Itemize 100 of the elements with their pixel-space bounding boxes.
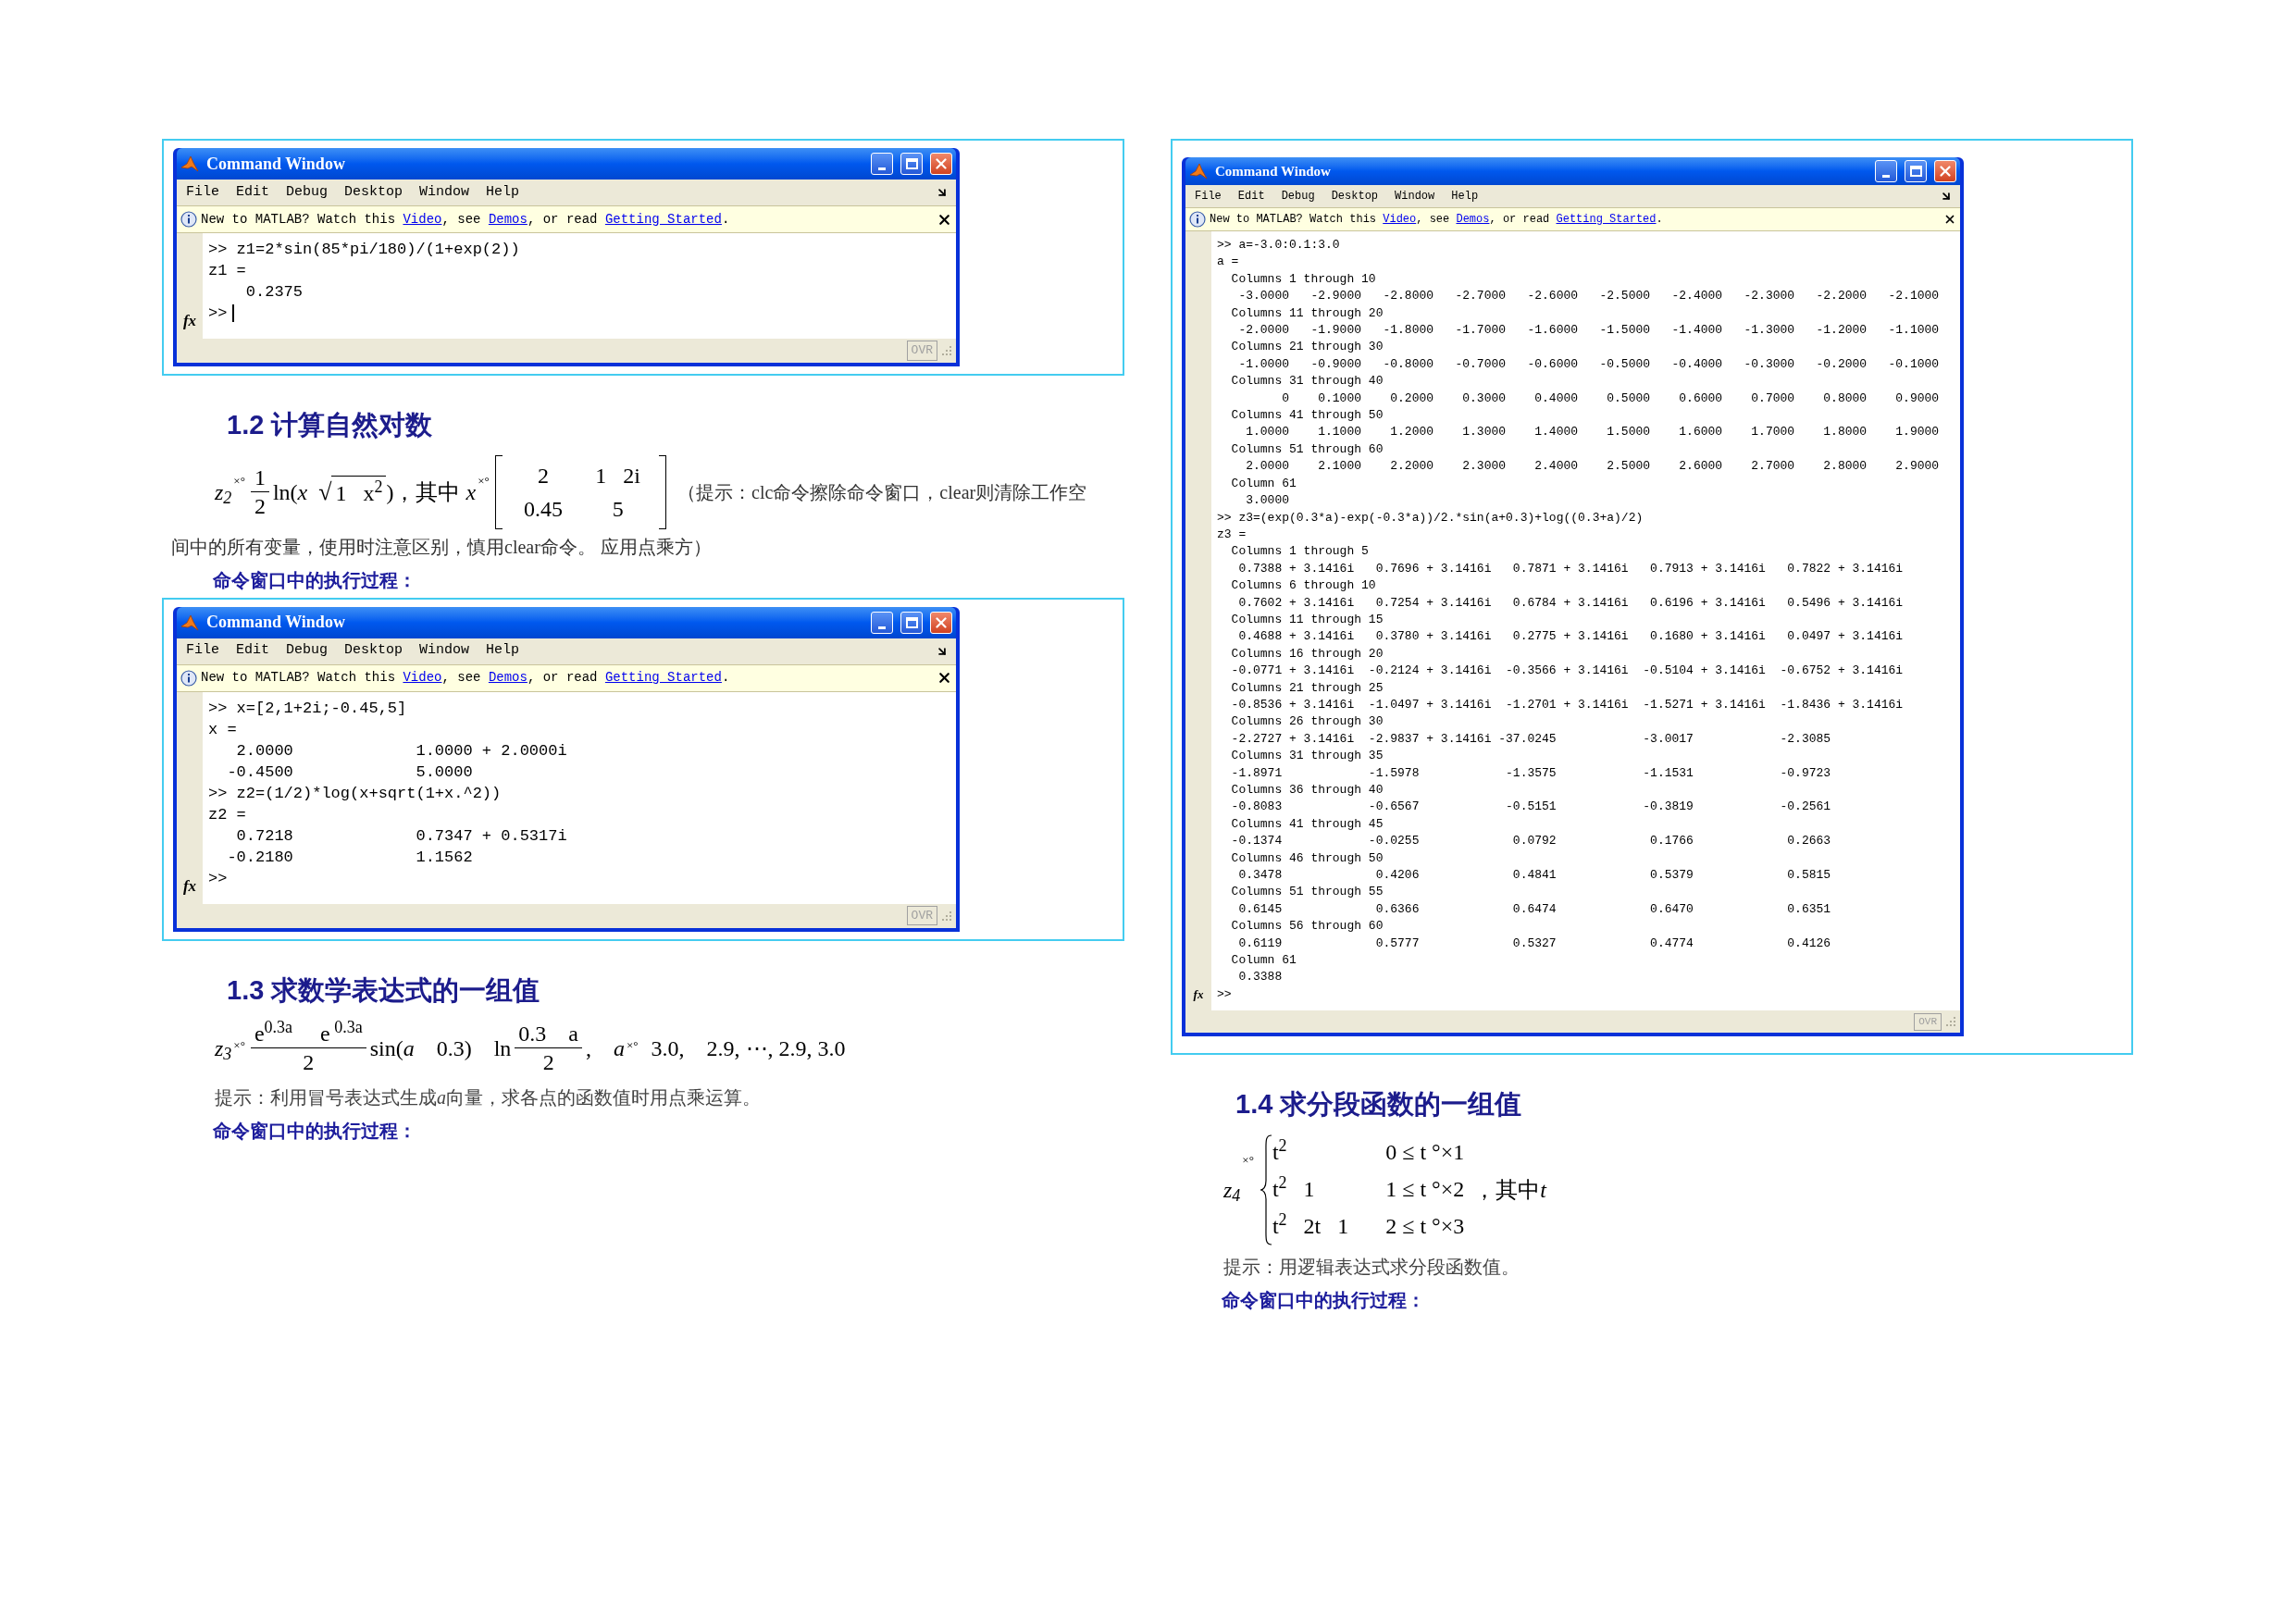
function-button[interactable]: fx bbox=[182, 310, 197, 331]
console-line: 0.3388 bbox=[1237, 969, 1283, 986]
menu-item[interactable]: Help bbox=[1449, 188, 1481, 204]
math-text: )，其中 bbox=[386, 478, 462, 506]
console-line: >> x=[2,1+2i;-0.45,5] bbox=[208, 698, 407, 719]
peak-icon bbox=[180, 613, 199, 632]
hint-text: a bbox=[437, 1087, 446, 1108]
menu-item[interactable]: File bbox=[1193, 188, 1223, 204]
grip-icon bbox=[941, 910, 952, 922]
menu-item[interactable]: Edit bbox=[1235, 188, 1267, 204]
console-line: -0.2180 1.1562 bbox=[226, 847, 473, 868]
menu-item[interactable]: Desktop bbox=[342, 640, 405, 662]
console-line: z3 = bbox=[1217, 526, 1247, 543]
info-message: New to MATLAB? Watch this Video, see Demos, or read Getting Started. bbox=[1210, 212, 1663, 228]
math-text: z$_{4}$ bbox=[1223, 1176, 1241, 1207]
peak-icon bbox=[1189, 162, 1208, 180]
section-heading: 1.2 计算自然对数 bbox=[227, 409, 433, 441]
math-text: t bbox=[1540, 1176, 1546, 1204]
menu-item[interactable]: Edit bbox=[234, 640, 272, 662]
console-line: -2.2727 + 3.1416i -2.9837 + 3.1416i -37.0245 -3.0017 -2.3085 bbox=[1230, 730, 1831, 748]
link[interactable]: Getting Started bbox=[604, 211, 722, 227]
link[interactable]: Video bbox=[403, 211, 442, 227]
matrix-entry: 2 bbox=[537, 462, 550, 489]
link[interactable]: Video bbox=[1383, 213, 1417, 226]
menu-item[interactable]: Window bbox=[417, 640, 472, 662]
console-line: Column 61 bbox=[1230, 952, 1297, 970]
math-text: , bbox=[586, 1035, 592, 1062]
link[interactable]: Video bbox=[403, 670, 442, 685]
console-line: Columns 31 through 35 bbox=[1230, 748, 1384, 765]
menu-item[interactable]: Debug bbox=[284, 640, 330, 662]
section-label: 命令窗口中的执行过程： bbox=[213, 1120, 416, 1143]
console-line: 0.2375 bbox=[244, 282, 304, 303]
case-condition: 2 ≤ t °×3 bbox=[1385, 1212, 1465, 1240]
menu-item[interactable]: File bbox=[184, 181, 221, 204]
close-icon[interactable] bbox=[1943, 213, 1956, 226]
menu-item[interactable]: Desktop bbox=[342, 181, 405, 204]
console-line: Columns 1 through 10 bbox=[1230, 270, 1376, 288]
link[interactable]: Getting Started bbox=[1556, 213, 1657, 226]
link[interactable]: Demos bbox=[1456, 213, 1490, 226]
section-label: 命令窗口中的执行过程： bbox=[1222, 1288, 1425, 1312]
console-line: >> z1=2*sin(85*pi/180)/(1+exp(2)) bbox=[208, 240, 520, 260]
maximize-button[interactable] bbox=[900, 153, 923, 175]
console-line: >> z2=(1/2)*log(x+sqrt(1+x.^2)) bbox=[208, 783, 502, 804]
grip-icon bbox=[941, 345, 952, 356]
menu-item[interactable]: Desktop bbox=[1329, 188, 1381, 204]
case-expression: t$^{2}$ 1 bbox=[1272, 1171, 1316, 1203]
case-expression: t$^{2}$ bbox=[1272, 1134, 1288, 1166]
function-button[interactable]: fx bbox=[1193, 985, 1204, 1004]
radical-sign: √ bbox=[318, 477, 332, 507]
brace-icon bbox=[1259, 1134, 1272, 1245]
minimize-button[interactable] bbox=[1875, 160, 1897, 182]
info-icon bbox=[180, 211, 197, 228]
menu-item[interactable]: Debug bbox=[1279, 188, 1317, 204]
arrow-icon[interactable] bbox=[936, 186, 949, 199]
math-text: a bbox=[403, 1035, 415, 1062]
close-button[interactable] bbox=[930, 611, 952, 634]
console-line: 0.6145 0.6366 0.6474 0.6470 0.6351 bbox=[1237, 900, 1831, 918]
minimize-button[interactable] bbox=[871, 611, 893, 634]
garbled-symbol: ×° bbox=[627, 1037, 639, 1054]
minimize-button[interactable] bbox=[871, 153, 893, 175]
console-line: -2.0000 -1.9000 -1.8000 -1.7000 -1.6000 -1.5000 -1.4000 -1.3000 -1.2000 -1.1000 bbox=[1237, 322, 1940, 340]
fraction-numerator: e$^{0.3a}$ e$^{0.3a}$ bbox=[250, 1020, 366, 1048]
console-line: 0 0.1000 0.2000 0.3000 0.4000 0.5000 0.6000 0.7000 0.8000 0.9000 bbox=[1281, 390, 1940, 407]
console-line: 0.6119 0.5777 0.5327 0.4774 0.4126 bbox=[1237, 935, 1831, 952]
arrow-icon[interactable] bbox=[1940, 190, 1953, 203]
maximize-button[interactable] bbox=[1905, 160, 1927, 182]
console-line: z2 = bbox=[208, 804, 246, 825]
close-icon[interactable] bbox=[937, 670, 952, 686]
radicand: 1 x$^{2}$ bbox=[331, 476, 387, 510]
link[interactable]: Demos bbox=[488, 670, 527, 685]
math-text: 3.0, 2.9, ⋯, 2.9, 3.0 bbox=[650, 1035, 846, 1062]
fraction-denominator: 2 bbox=[303, 1049, 315, 1076]
close-button[interactable] bbox=[930, 153, 952, 175]
console-line: -0.8536 + 3.1416i -1.0497 + 3.1416i -1.2701 + 3.1416i -1.5271 + 3.1416i -1.8436 + 3.1416i bbox=[1230, 696, 1904, 713]
menu-item[interactable]: Help bbox=[484, 640, 522, 662]
close-button[interactable] bbox=[1934, 160, 1956, 182]
link[interactable]: Getting Started bbox=[604, 670, 722, 685]
command-prompt[interactable]: >> bbox=[1217, 985, 1232, 1004]
case-expression: t$^{2}$ 2t 1 bbox=[1272, 1208, 1349, 1240]
function-button[interactable]: fx bbox=[182, 874, 197, 897]
link[interactable]: Demos bbox=[488, 211, 527, 227]
math-text: z$_{2}$ bbox=[215, 478, 232, 509]
command-prompt[interactable]: >> bbox=[208, 303, 228, 324]
console-line: Column 61 bbox=[1230, 475, 1297, 492]
close-icon bbox=[1937, 163, 1954, 180]
console-line: -0.1374 -0.0255 0.0792 0.1766 0.2663 bbox=[1230, 833, 1831, 850]
window-title: Command Window bbox=[1215, 162, 1331, 180]
maximize-button[interactable] bbox=[900, 611, 923, 634]
console-line: Columns 21 through 25 bbox=[1230, 679, 1384, 697]
command-prompt[interactable]: >> bbox=[208, 867, 228, 889]
menu-item[interactable]: File bbox=[184, 640, 221, 662]
console-line: 0.4688 + 3.1416i 0.3780 + 3.1416i 0.2775 + 3.1416i 0.1680 + 3.1416i 0.0497 + 3.1416i bbox=[1237, 628, 1904, 646]
hint-text: 提示：利用冒号表达式生成 bbox=[215, 1087, 437, 1108]
menu-item[interactable]: Debug bbox=[284, 181, 330, 204]
menu-item[interactable]: Edit bbox=[234, 181, 272, 204]
menu-item[interactable]: Help bbox=[484, 181, 522, 204]
menu-item[interactable]: Window bbox=[417, 181, 472, 204]
fraction-numerator: 1 bbox=[250, 464, 269, 492]
case-condition: 1 ≤ t °×2 bbox=[1385, 1175, 1465, 1203]
menu-item[interactable]: Window bbox=[1393, 188, 1437, 204]
